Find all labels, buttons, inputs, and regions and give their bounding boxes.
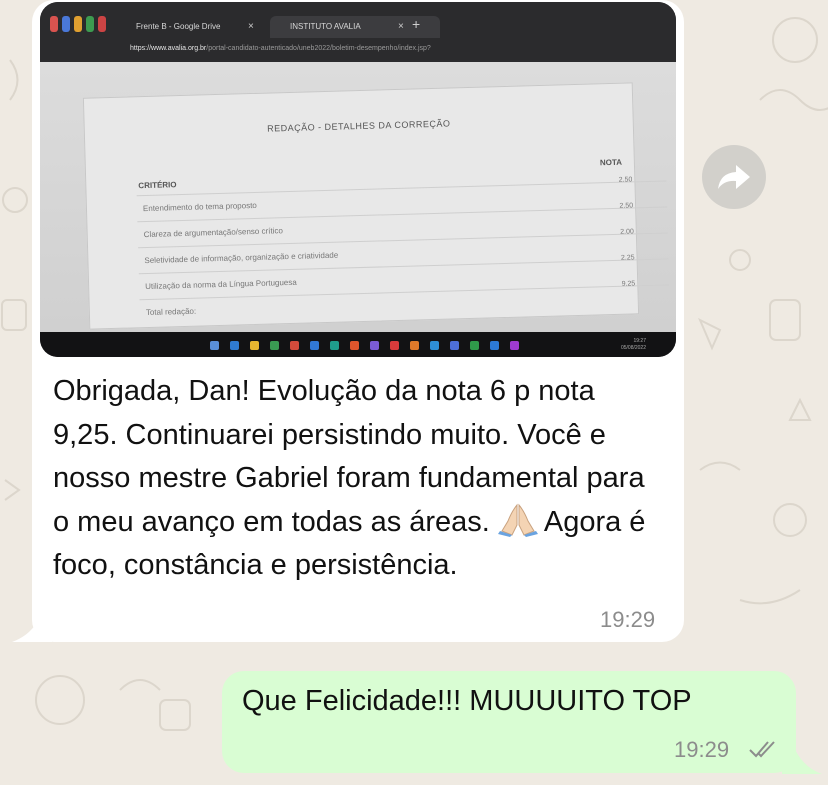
photo-url-bar: https://www.avalia.org.br/portal-candida… xyxy=(130,45,431,52)
outgoing-message-text: Que Felicidade!!! MUUUUITO TOP xyxy=(242,685,692,717)
forward-button[interactable] xyxy=(702,145,766,209)
photo-criterio-header: CRITÉRIO xyxy=(138,180,177,191)
incoming-message-time: 19:29 xyxy=(600,607,656,632)
photo-correction-card: REDAÇÃO - DETALHES DA CORREÇÃO NOTA CRIT… xyxy=(82,82,671,330)
photo-card-title: REDAÇÃO - DETALHES DA CORREÇÃO xyxy=(266,118,451,134)
photo-new-tab: + xyxy=(412,16,421,32)
photo-browser-bar: Frente B - Google Drive × INSTITUTO AVAL… xyxy=(40,2,676,62)
double-check-icon xyxy=(749,741,775,758)
photo-taskbar-clock: 19:27 05/08/2022 xyxy=(620,338,646,351)
outgoing-message-time: 19:29 xyxy=(674,737,730,762)
attached-photo[interactable]: Frente B - Google Drive × INSTITUTO AVAL… xyxy=(40,2,676,357)
incoming-message-bubble[interactable]: Frente B - Google Drive × INSTITUTO AVAL… xyxy=(32,0,684,642)
forward-icon xyxy=(718,165,750,189)
photo-tab-drive: Frente B - Google Drive × xyxy=(136,21,254,32)
photo-monitor-screen: REDAÇÃO - DETALHES DA CORREÇÃO NOTA CRIT… xyxy=(40,62,676,332)
photo-nota-header: NOTA xyxy=(599,157,623,168)
folded-hands-emoji xyxy=(497,503,538,537)
incoming-message-text: Obrigada, Dan! Evolução da nota 6 p nota… xyxy=(53,375,646,581)
photo-taskbar: 19:27 05/08/2022 xyxy=(40,332,676,357)
outgoing-message-bubble[interactable]: Que Felicidade!!! MUUUUITO TOP 19:29 xyxy=(222,671,796,773)
